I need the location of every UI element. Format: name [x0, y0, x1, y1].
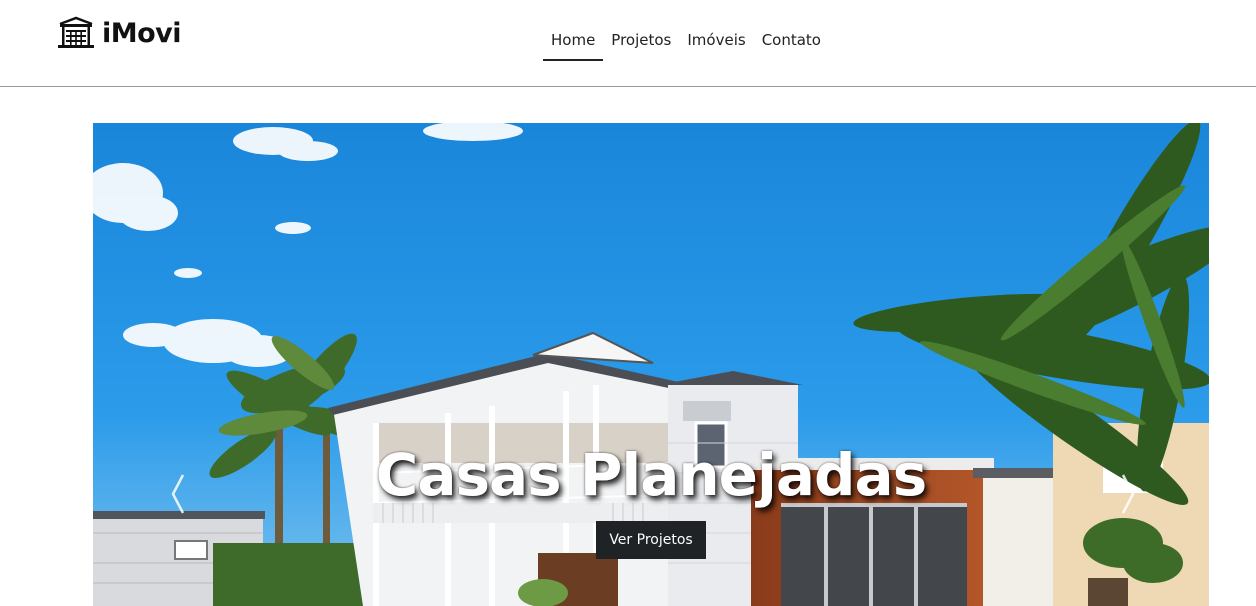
- chevron-left-icon[interactable]: [163, 469, 193, 519]
- nav-home[interactable]: Home: [543, 26, 604, 61]
- nav-contato[interactable]: Contato: [754, 26, 829, 56]
- nav-imoveis[interactable]: Imóveis: [679, 26, 753, 56]
- hero-title: Casas Planejadas: [375, 441, 927, 509]
- ver-projetos-button[interactable]: Ver Projetos: [596, 521, 706, 559]
- chevron-right-icon[interactable]: [1113, 469, 1143, 519]
- site-header: iMovi Home Projetos Imóveis Contato: [0, 0, 1256, 87]
- main-nav: Home Projetos Imóveis Contato: [543, 26, 829, 61]
- nav-projetos[interactable]: Projetos: [603, 26, 679, 56]
- hero-carousel: Casas Planejadas Ver Projetos: [93, 123, 1209, 606]
- brand-logo[interactable]: iMovi: [56, 16, 182, 50]
- brand-name: iMovi: [102, 17, 182, 49]
- house-logo-icon: [58, 16, 94, 48]
